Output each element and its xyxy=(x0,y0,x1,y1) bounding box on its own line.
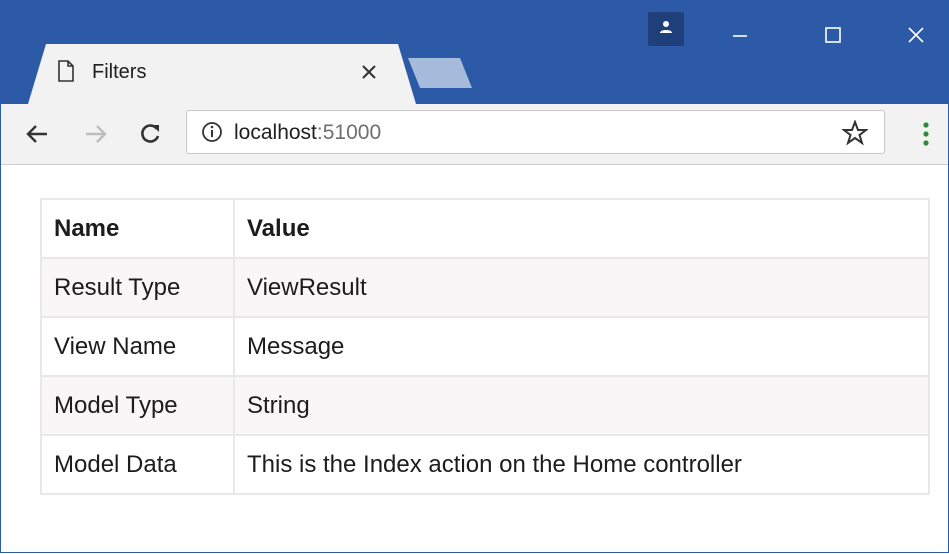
reload-icon xyxy=(141,124,160,143)
row-name-cell: Model Data xyxy=(40,434,235,495)
star-icon[interactable] xyxy=(842,120,868,146)
window-close-button[interactable] xyxy=(896,18,936,52)
row-value-cell: Message xyxy=(233,316,930,377)
row-name-cell: Result Type xyxy=(40,257,235,318)
header-value: Value xyxy=(233,198,930,259)
data-table: Name Value Result Type ViewResult View N… xyxy=(40,198,930,495)
reload-button[interactable] xyxy=(134,118,166,150)
minimize-icon xyxy=(733,35,747,37)
tab-close-button[interactable] xyxy=(355,58,383,86)
browser-window: Filters localhost:51000 Name Value Resul… xyxy=(0,0,949,553)
document-icon xyxy=(58,60,74,82)
menu-dots-icon[interactable] xyxy=(916,120,936,150)
tab-title: Filters xyxy=(92,61,147,83)
row-name-cell: View Name xyxy=(40,316,235,377)
maximize-button[interactable] xyxy=(813,18,853,52)
page-content: Name Value Result Type ViewResult View N… xyxy=(1,165,948,552)
row-value-cell: This is the Index action on the Home con… xyxy=(233,434,930,495)
arrow-right-icon xyxy=(86,125,107,143)
forward-button[interactable] xyxy=(80,118,112,150)
url-port: :51000 xyxy=(316,121,382,144)
new-tab-button[interactable] xyxy=(408,58,472,88)
browser-toolbar: localhost:51000 xyxy=(1,104,948,165)
info-icon[interactable] xyxy=(201,121,223,143)
tab-filters[interactable]: Filters xyxy=(28,44,416,104)
profile-button[interactable] xyxy=(648,12,684,46)
table-row: Result Type ViewResult xyxy=(40,257,930,318)
close-icon xyxy=(908,27,924,43)
minimize-button[interactable] xyxy=(720,18,760,52)
url-text[interactable]: localhost:51000 xyxy=(234,121,381,145)
table-row: Model Data This is the Index action on t… xyxy=(40,434,930,495)
row-name-cell: Model Type xyxy=(40,375,235,436)
address-bar[interactable]: localhost:51000 xyxy=(186,110,885,154)
arrow-left-icon xyxy=(26,125,47,143)
row-value-cell: ViewResult xyxy=(233,257,930,318)
table-header-row: Name Value xyxy=(40,198,930,259)
maximize-icon xyxy=(825,27,841,43)
row-value-cell: String xyxy=(233,375,930,436)
user-icon xyxy=(660,21,672,33)
url-host: localhost xyxy=(234,121,317,144)
table-row: View Name Message xyxy=(40,316,930,377)
close-icon xyxy=(362,65,376,79)
table-row: Model Type String xyxy=(40,375,930,436)
header-name: Name xyxy=(40,198,235,259)
title-bar: Filters xyxy=(1,0,948,104)
back-button[interactable] xyxy=(21,118,53,150)
